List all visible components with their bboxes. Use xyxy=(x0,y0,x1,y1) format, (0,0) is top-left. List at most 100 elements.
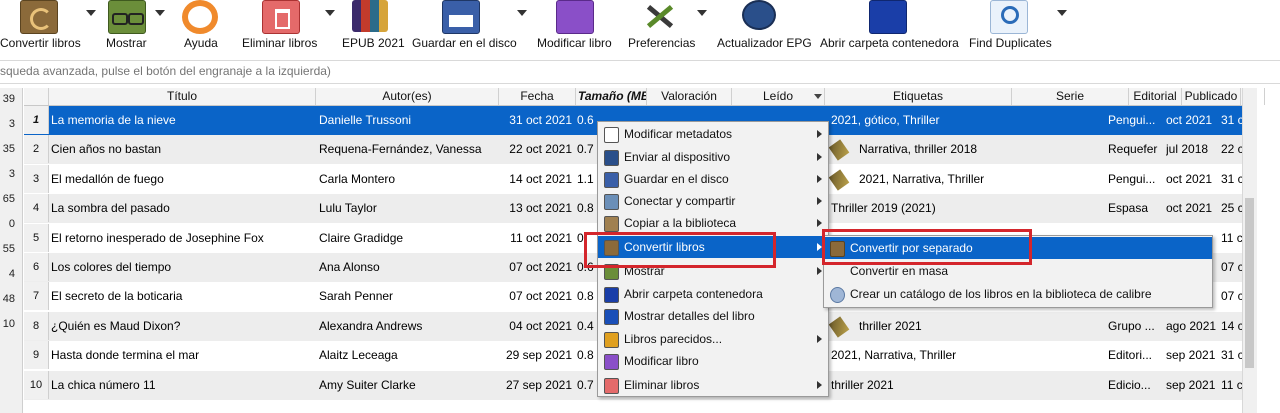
cell-title: El secreto de la boticaria xyxy=(51,289,183,304)
vertical-scrollbar[interactable] xyxy=(1242,88,1257,413)
menu-item-send-to-device[interactable]: Enviar al dispositivo xyxy=(598,146,828,168)
bulk-convert-item[interactable]: Convertir en masa xyxy=(824,260,1212,282)
tag-icon xyxy=(828,169,850,191)
column-header-date[interactable]: Fecha xyxy=(499,88,576,105)
open-folder-button[interactable]: Abrir carpeta contenedora xyxy=(819,0,959,58)
menu-item-label: Eliminar libros xyxy=(624,378,700,392)
scrollbar-thumb[interactable] xyxy=(1245,198,1254,368)
column-header-tags[interactable]: Etiquetas xyxy=(825,88,1012,105)
convert-books-dropdown[interactable] xyxy=(86,0,96,58)
delete-books-button[interactable]: Eliminar libros xyxy=(240,0,320,58)
cell-m: 31 c xyxy=(1221,171,1243,186)
menu-item-label: Mostrar xyxy=(624,264,665,278)
column-header-size[interactable]: Tamaño (MB xyxy=(576,88,647,105)
edit-book-button[interactable]: Modificar libro xyxy=(536,0,616,58)
tag-count: 39 xyxy=(2,93,15,105)
open-folder-icon xyxy=(604,287,619,303)
show-dropdown[interactable] xyxy=(155,0,165,58)
menu-item-convert-books[interactable]: Convertir libros xyxy=(598,236,828,258)
submenu-arrow-icon xyxy=(817,335,822,343)
tools-icon xyxy=(641,0,677,32)
column-header-authors[interactable]: Autor(es) xyxy=(316,88,499,105)
epub-2021-button[interactable]: EPUB 2021 xyxy=(340,0,405,58)
delete-books-icon xyxy=(604,378,619,394)
show-icon xyxy=(604,264,619,280)
submenu-arrow-icon xyxy=(817,219,822,227)
menu-item-label: Convertir en masa xyxy=(850,264,949,278)
convert-books-icon xyxy=(830,241,845,257)
sort-indicator-icon xyxy=(814,94,822,99)
menu-item-label: Modificar libro xyxy=(624,354,699,368)
copy-to-library-icon xyxy=(604,216,619,232)
tag-count: 48 xyxy=(2,293,15,305)
menu-item-connect-share[interactable]: Conectar y compartir xyxy=(598,190,828,212)
row-number: 1 xyxy=(24,106,49,134)
tag-count: 4 xyxy=(8,268,15,280)
help-button[interactable]: Ayuda xyxy=(182,0,222,58)
cell-m: 11 c xyxy=(1221,230,1243,245)
cell-author: Claire Gradidge xyxy=(319,230,404,245)
menu-item-save-to-disk[interactable]: Guardar en el disco xyxy=(598,168,828,190)
chevron-down-icon xyxy=(1057,10,1067,16)
chevron-down-icon xyxy=(517,10,527,16)
corner-header xyxy=(24,88,49,105)
save-to-disk-icon xyxy=(604,172,619,188)
chevron-down-icon xyxy=(86,10,96,16)
menu-item-label: Libros parecidos... xyxy=(624,332,723,346)
menu-item-copy-to-library[interactable]: Copiar a la biblioteca xyxy=(598,212,828,234)
column-header-title[interactable]: Título xyxy=(49,88,316,105)
create-catalog-item[interactable]: Crear un catálogo de los libros en la bi… xyxy=(824,283,1212,305)
menu-item-label: Modificar metadatos xyxy=(624,127,733,141)
delete-books-label: Eliminar libros xyxy=(242,36,318,50)
menu-item-show-details[interactable]: Mostrar detalles del libro xyxy=(598,305,828,327)
cell-date: 22 oct 2021 xyxy=(509,142,572,157)
cell-published: ago 2021 xyxy=(1166,318,1217,333)
delete-books-dropdown[interactable] xyxy=(325,0,335,58)
tag-count: 10 xyxy=(2,318,15,330)
column-header-published[interactable]: Publicado xyxy=(1182,88,1241,105)
lifebuoy-icon xyxy=(182,0,218,34)
menu-item-similar-books[interactable]: Libros parecidos... xyxy=(598,328,828,350)
menu-item-label: Crear un catálogo de los libros en la bi… xyxy=(850,287,1152,301)
cell-date: 29 sep 2021 xyxy=(505,348,572,363)
row-number: 10 xyxy=(24,370,49,399)
edit-metadata-icon xyxy=(604,127,619,143)
row-number: 3 xyxy=(24,164,49,193)
menu-item-edit-book[interactable]: Modificar libro xyxy=(598,350,828,372)
cell-date: 27 sep 2021 xyxy=(505,377,572,392)
cell-pub: Grupo ... xyxy=(1108,318,1155,333)
menu-item-delete-books[interactable]: Eliminar libros xyxy=(598,374,828,396)
cell-title: La chica número 11 xyxy=(51,377,156,392)
folder-icon xyxy=(869,0,907,34)
search-input[interactable] xyxy=(0,62,1270,80)
tag-count: 65 xyxy=(2,193,15,205)
cell-date: 07 oct 2021 xyxy=(509,289,572,304)
cell-tags: thriller 2021 xyxy=(831,377,894,392)
preferences-button[interactable]: Preferencias xyxy=(627,0,695,58)
menu-item-label: Conectar y compartir xyxy=(624,194,736,208)
show-button[interactable]: Mostrar xyxy=(104,0,152,58)
convert-books-button[interactable]: Convertir libros xyxy=(0,0,82,58)
cell-author: Requena-Fernández, Vanessa xyxy=(319,142,482,157)
column-header-read[interactable]: Leído xyxy=(732,88,825,105)
column-header-publisher[interactable]: Editorial xyxy=(1129,88,1182,105)
find-duplicates-dropdown[interactable] xyxy=(1057,0,1067,58)
show-label: Mostrar xyxy=(106,36,147,50)
edit-book-icon xyxy=(604,354,619,370)
epg-updater-button[interactable]: Actualizador EPG xyxy=(716,0,812,58)
menu-item-label: Copiar a la biblioteca xyxy=(624,216,737,230)
column-header-rating[interactable]: Valoración xyxy=(647,88,732,105)
convert-individually-item[interactable]: Convertir por separado xyxy=(824,237,1212,259)
find-duplicates-button[interactable]: Find Duplicates xyxy=(968,0,1052,58)
preferences-dropdown[interactable] xyxy=(697,0,707,58)
save-to-disk-dropdown[interactable] xyxy=(517,0,527,58)
menu-item-edit-metadata[interactable]: Modificar metadatos xyxy=(598,123,828,145)
menu-item-show[interactable]: Mostrar xyxy=(598,260,828,282)
chevron-down-icon xyxy=(325,10,335,16)
submenu-arrow-icon xyxy=(817,153,822,161)
column-header-series[interactable]: Serie xyxy=(1012,88,1129,105)
books-icon xyxy=(352,0,388,32)
menu-item-label: Mostrar detalles del libro xyxy=(624,309,755,323)
menu-item-open-folder[interactable]: Abrir carpeta contenedora xyxy=(598,283,828,305)
save-to-disk-button[interactable]: Guardar en el disco xyxy=(410,0,517,58)
